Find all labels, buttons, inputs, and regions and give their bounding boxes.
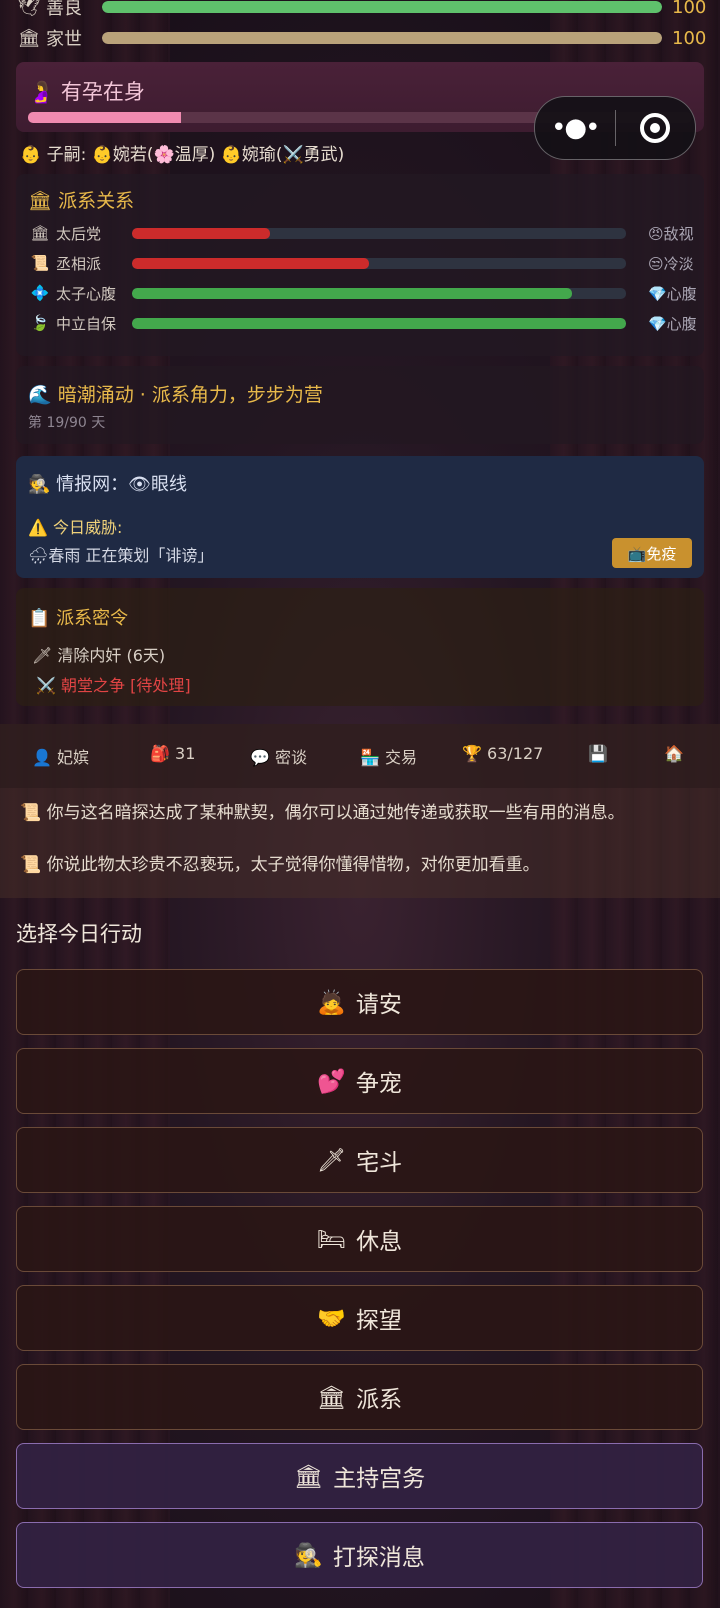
immune-button[interactable]: 📺免疫 (612, 538, 692, 568)
faction-bar-fill (132, 227, 271, 239)
orders-title: 📋 派系密令 (28, 608, 129, 629)
more-menu-icon[interactable]: •●• (535, 113, 615, 143)
faction-title: 🏛 派系关系 (28, 190, 135, 212)
save-icon[interactable]: 💾 (588, 744, 608, 763)
day-counter: 第 19/90 天 (28, 415, 106, 431)
action-label: 打探消息 (332, 1545, 425, 1571)
action-label: 宅斗 (356, 1150, 403, 1176)
miniprogram-capsule: •●• (534, 96, 696, 160)
action-greet-button[interactable]: 🙇 请安 (16, 969, 703, 1035)
dagger-icon: 🗡 (316, 1147, 347, 1174)
intel-panel: 🕵 情报网：👁眼线 ⚠️ 今日威胁: 🌧春雨 正在策划「诽谤」 📺免疫 (16, 456, 704, 578)
actions-heading: 选择今日行动 (16, 922, 142, 946)
action-label: 派系 (356, 1387, 403, 1413)
faction-status: 💎心腹 (648, 314, 697, 333)
nav-concubines[interactable]: 👤 妃嫔 (32, 744, 89, 768)
action-gather-intel-button[interactable]: 🕵 打探消息 (16, 1522, 703, 1588)
faction-status: 😒冷淡 (648, 254, 694, 273)
action-faction-button[interactable]: 🏛 派系 (16, 1364, 703, 1430)
action-palace-affairs-button[interactable]: 🏛 主持宫务 (16, 1443, 703, 1509)
stat-bar-fill (102, 1, 662, 13)
faction-name: 丞相派 (56, 254, 102, 273)
faction-bar-fill (132, 287, 572, 299)
order-item-pending[interactable]: ⚔️ 朝堂之争 [待处理] (36, 672, 191, 696)
temple-icon: 🏛 (293, 1463, 324, 1490)
children-line: 👶 子嗣: 👶婉若(🌸温厚) 👶婉瑜(⚔️勇武) (20, 145, 345, 165)
stat-bar (102, 32, 662, 44)
pregnant-icon: 🤰 (28, 80, 55, 104)
stat-label: 善良 (46, 0, 82, 19)
action-visit-button[interactable]: 🤝 探望 (16, 1285, 703, 1351)
faction-bar-fill (132, 257, 370, 269)
action-rest-button[interactable]: 🛏 休息 (16, 1206, 703, 1272)
temple-icon: 🏛 (316, 1384, 347, 1411)
hearts-icon: 💕 (317, 1068, 346, 1095)
scroll-icon: 📜 (30, 254, 50, 272)
stat-bar (102, 1, 662, 13)
faction-relations-panel: 🏛 派系关系 🏛 太后党 😠敌视 📜 丞相派 😒冷淡 💠 太子心腹 💎心腹 🍃 … (16, 174, 704, 356)
close-miniprogram-icon[interactable] (616, 113, 696, 143)
diamond-icon: 💠 (30, 284, 50, 302)
faction-status: 💎心腹 (648, 284, 697, 303)
faction-bar (132, 317, 626, 329)
faction-bar (132, 227, 626, 239)
intel-network: 🕵 情报网：👁眼线 (28, 474, 187, 495)
stat-value: 100 (672, 0, 707, 18)
detective-icon: 🕵 (294, 1542, 323, 1569)
threat-label: ⚠️ 今日威胁: (28, 518, 123, 537)
nav-secret-talk[interactable]: 💬 密谈 (250, 744, 307, 768)
nav-bar: 👤 妃嫔 🎒 31 💬 密谈 🏪 交易 🏆 63/127 💾 🏠 (0, 724, 720, 788)
action-label: 争宠 (355, 1071, 402, 1097)
event-title: 🌊 暗潮涌动 · 派系角力，步步为营 (28, 384, 323, 406)
pregnancy-title: 🤰 有孕在身 (28, 76, 145, 106)
faction-row: 📜 丞相派 😒冷淡 (28, 250, 704, 276)
faction-row: 🏛 太后党 😠敌视 (28, 220, 704, 246)
temple-icon: 🏛 (17, 27, 41, 49)
log-entry: 📜 你与这名暗探达成了某种默契，偶尔可以通过她传递或获取一些有用的消息。 (20, 803, 625, 823)
action-scheme-button[interactable]: 🗡 宅斗 (16, 1127, 703, 1193)
faction-name: 中立自保 (56, 314, 117, 333)
home-icon[interactable]: 🏠 (664, 744, 684, 763)
faction-row: 🍃 中立自保 💎心腹 (28, 310, 704, 336)
faction-bar-fill (132, 317, 626, 329)
faction-status: 😠敌视 (648, 224, 694, 243)
event-panel: 🌊 暗潮涌动 · 派系角力，步步为营 第 19/90 天 (16, 366, 704, 444)
nav-trade[interactable]: 🏪 交易 (360, 744, 417, 768)
pregnancy-label: 有孕在身 (60, 80, 145, 104)
stat-bar-fill (102, 32, 662, 44)
faction-bar (132, 287, 626, 299)
stat-family: 🏛 家世 100 (16, 24, 707, 52)
nav-inventory[interactable]: 🎒 31 (150, 744, 195, 763)
pregnancy-progress-fill (28, 112, 181, 123)
order-item[interactable]: 🗡 清除内奸 (6天) (32, 642, 165, 666)
dove-icon: 🕊 (17, 0, 41, 18)
faction-name: 太后党 (56, 224, 102, 243)
bow-icon: 🙇 (317, 989, 346, 1016)
stat-value: 100 (672, 27, 707, 49)
action-label: 休息 (356, 1229, 403, 1255)
faction-row: 💠 太子心腹 💎心腹 (28, 280, 704, 306)
faction-orders-panel: 📋 派系密令 🗡 清除内奸 (6天) ⚔️ 朝堂之争 [待处理] (16, 588, 704, 706)
faction-name: 太子心腹 (56, 284, 117, 303)
action-label: 请安 (355, 992, 402, 1018)
leaf-icon: 🍃 (30, 314, 50, 332)
action-label: 主持宫务 (333, 1466, 426, 1492)
bed-icon: 🛏 (316, 1226, 347, 1253)
log-entry: 📜 你说此物太珍贵不忍亵玩，太子觉得你懂得惜物，对你更加看重。 (20, 855, 540, 875)
event-log: 📜 你与这名暗探达成了某种默契，偶尔可以通过她传递或获取一些有用的消息。 📜 你… (0, 788, 720, 898)
action-label: 探望 (355, 1308, 402, 1334)
threat-plot: 🌧春雨 正在策划「诽谤」 (28, 546, 214, 565)
handshake-icon: 🤝 (317, 1305, 346, 1332)
temple-icon: 🏛 (30, 224, 50, 242)
stat-label: 家世 (46, 29, 82, 50)
action-favor-button[interactable]: 💕 争宠 (16, 1048, 703, 1114)
stat-kindness: 🕊 善良 100 (16, 0, 707, 21)
nav-achievements[interactable]: 🏆 63/127 (462, 744, 543, 763)
faction-bar (132, 257, 626, 269)
